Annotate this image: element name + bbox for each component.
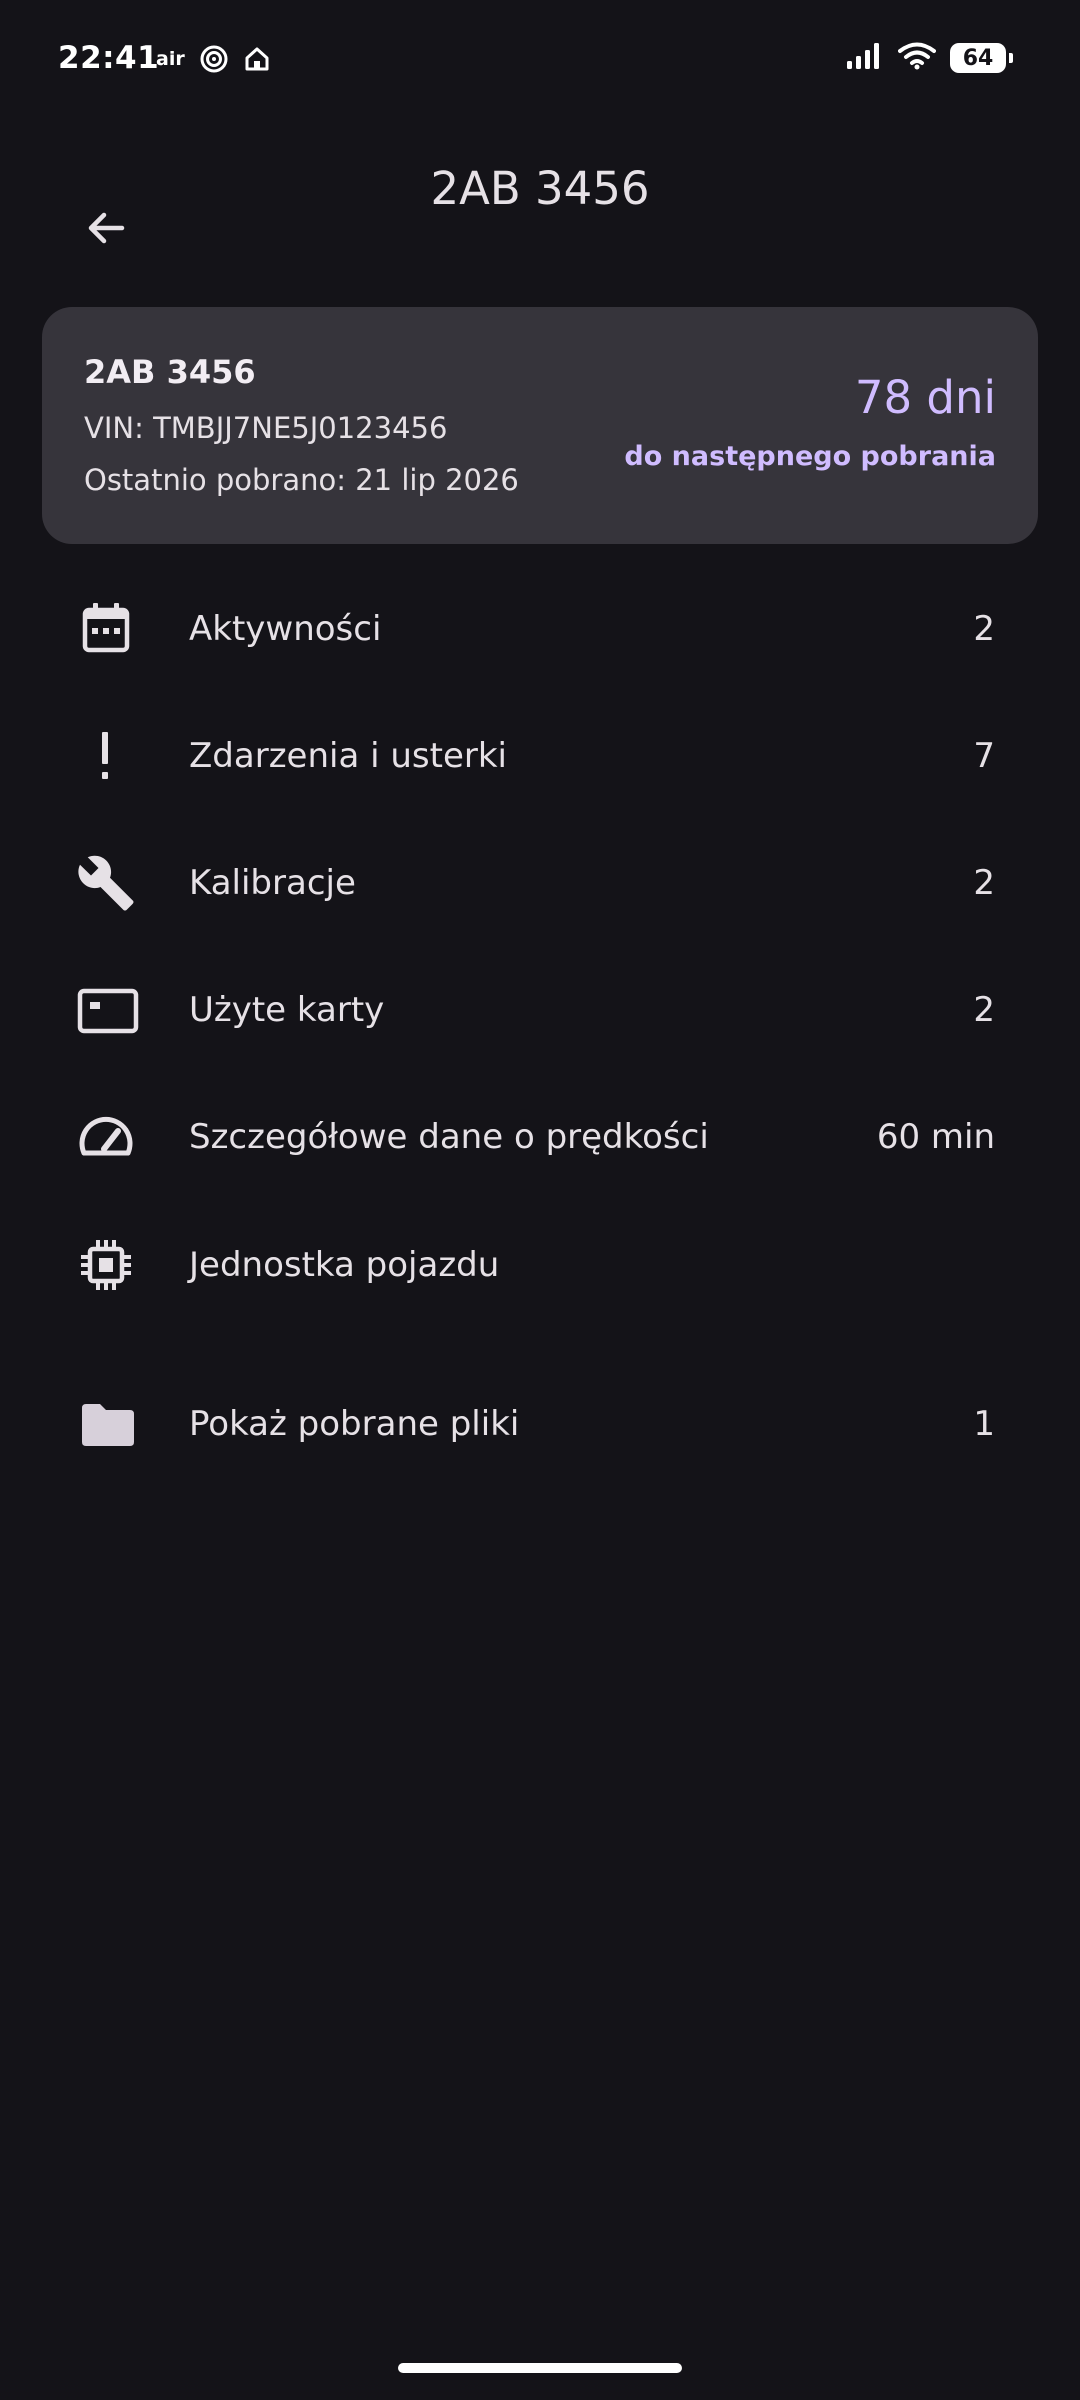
calendar-icon <box>76 599 156 659</box>
status-right-icons: 64 <box>846 42 1013 74</box>
top-app-bar: 2AB 3456 <box>0 150 1080 290</box>
menu-item-value: 1 <box>973 1404 995 1444</box>
card-icon <box>76 980 156 1040</box>
home-indicator[interactable] <box>398 2363 682 2373</box>
menu-item-label: Kalibracje <box>189 863 356 903</box>
menu-item-used-cards[interactable]: Użyte karty 2 <box>0 950 1080 1070</box>
menu-item-value: 2 <box>973 990 995 1030</box>
menu-item-value: 60 min <box>876 1117 995 1157</box>
wifi-icon <box>898 42 936 74</box>
menu-item-label: Szczegółowe dane o prędkości <box>189 1117 709 1157</box>
menu-item-value: 2 <box>973 609 995 649</box>
air-icon: air <box>156 48 185 70</box>
vehicle-summary-card: 2AB 3456 VIN: TMBJJ7NE5J0123456 Ostatnio… <box>42 307 1038 544</box>
menu-item-value: 2 <box>973 863 995 903</box>
menu-item-downloaded-files[interactable]: Pokaż pobrane pliki 1 <box>0 1364 1080 1484</box>
chip-icon <box>76 1235 156 1295</box>
vehicle-vin: VIN: TMBJJ7NE5J0123456 <box>84 411 448 445</box>
signal-icon <box>846 42 884 74</box>
menu-item-events-faults[interactable]: Zdarzenia i usterki 7 <box>0 696 1080 816</box>
days-until-download-caption: do następnego pobrania <box>624 441 996 472</box>
home-status-icon <box>243 45 271 77</box>
wrench-icon <box>76 853 156 913</box>
menu-item-speed-data[interactable]: Szczegółowe dane o prędkości 60 min <box>0 1077 1080 1197</box>
battery-icon: 64 <box>950 43 1013 73</box>
menu-item-label: Użyte karty <box>189 990 385 1030</box>
status-time: 22:41 <box>58 40 160 76</box>
vehicle-plate: 2AB 3456 <box>84 353 256 391</box>
menu-item-label: Zdarzenia i usterki <box>189 736 507 776</box>
spiral-icon <box>199 44 229 78</box>
menu-item-label: Pokaż pobrane pliki <box>189 1404 520 1444</box>
status-left-icons: air <box>156 44 271 78</box>
menu-item-activities[interactable]: Aktywności 2 <box>0 569 1080 689</box>
speedometer-icon <box>76 1107 156 1167</box>
menu-item-value: 7 <box>973 736 995 776</box>
last-download-date: Ostatnio pobrano: 21 lip 2026 <box>84 463 519 497</box>
page-title: 2AB 3456 <box>430 162 650 215</box>
menu-item-calibrations[interactable]: Kalibracje 2 <box>0 823 1080 943</box>
exclamation-icon <box>76 726 156 786</box>
status-bar: 22:41 air 64 <box>0 0 1080 120</box>
folder-icon <box>76 1394 156 1454</box>
menu-item-vehicle-unit[interactable]: Jednostka pojazdu <box>0 1205 1080 1325</box>
menu-item-label: Jednostka pojazdu <box>189 1245 500 1285</box>
menu-item-label: Aktywności <box>189 609 382 649</box>
battery-nub <box>1009 53 1013 63</box>
battery-level: 64 <box>962 45 994 71</box>
days-until-download: 78 dni <box>854 371 996 424</box>
